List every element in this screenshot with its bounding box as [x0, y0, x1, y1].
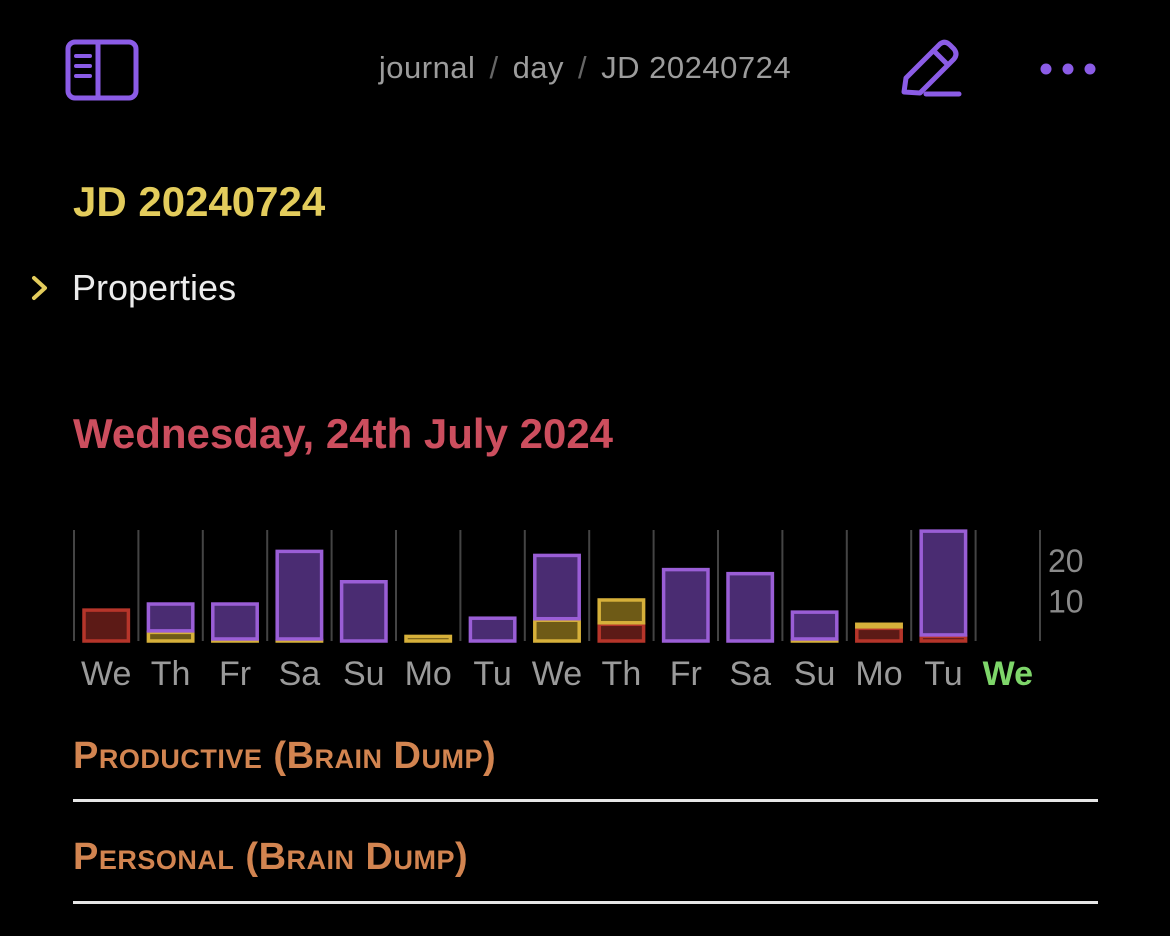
section-divider — [73, 799, 1098, 802]
chart-x-tick-label: We — [983, 655, 1033, 693]
chart-bar-segment — [533, 553, 581, 621]
chart-bar-segment — [82, 608, 131, 643]
chart-bar-segment — [919, 529, 968, 637]
breadcrumb-separator: / — [489, 50, 499, 85]
breadcrumb-journal[interactable]: journal — [379, 50, 476, 85]
chart-x-tick-label: Mo — [855, 655, 902, 693]
top-bar: journal / day / JD 20240724 — [0, 0, 1170, 140]
note-title: JD 20240724 — [73, 178, 326, 225]
chart-bar-segment — [726, 571, 775, 643]
section-productive-title: Productive (Brain Dump) — [73, 735, 497, 777]
section-personal-title: Personal (Brain Dump) — [73, 836, 469, 878]
breadcrumb-separator: / — [578, 50, 588, 85]
chart-bar-segment — [404, 634, 453, 643]
date-heading: Wednesday, 24th July 2024 — [73, 410, 614, 457]
breadcrumb-day[interactable]: day — [513, 50, 564, 85]
chart-x-tick-label: Fr — [219, 655, 251, 693]
chart-x-tick-label: Sa — [279, 655, 321, 693]
chart-bar-segment — [146, 602, 195, 633]
chart-bar-segment — [211, 602, 259, 641]
more-options-icon[interactable] — [1036, 50, 1100, 90]
properties-label: Properties — [72, 267, 237, 308]
activity-bar-chart: 20 10 We Th Fr Sa Su Mo Tu We Th Fr Sa Su Mo Tu We — [73, 529, 1084, 693]
chart-bar-segment — [661, 567, 710, 643]
chart-bar-segment — [533, 618, 581, 643]
chart-bar-segment — [919, 634, 968, 643]
chart-x-tick-label: Fr — [670, 655, 702, 693]
chart-x-tick-label: Mo — [405, 655, 452, 693]
chart-x-tick-label: Sa — [729, 655, 771, 693]
breadcrumb-current-note[interactable]: JD 20240724 — [601, 50, 791, 85]
section-personal[interactable]: Personal (Brain Dump) — [73, 836, 1098, 904]
chart-x-tick-label: Su — [794, 655, 836, 693]
chart-bar-segment — [855, 622, 903, 629]
chart-x-tick-label: Tu — [473, 655, 511, 693]
chart-y-tick-label: 20 — [1048, 543, 1084, 579]
chart-x-tick-label: Th — [602, 655, 642, 693]
chart-bar-segment — [468, 616, 517, 643]
edit-pencil-icon[interactable] — [896, 38, 964, 102]
chart-x-tick-label: Th — [151, 655, 191, 693]
chart-x-tick-label: Tu — [924, 655, 962, 693]
section-divider — [73, 901, 1098, 904]
properties-toggle[interactable]: Properties — [24, 262, 236, 314]
chart-x-tick-label: We — [81, 655, 131, 693]
section-productive[interactable]: Productive (Brain Dump) — [73, 735, 1098, 802]
chart-bar-segment — [597, 598, 646, 625]
chart-bar-segment — [855, 626, 903, 643]
chart-bar-segment — [275, 549, 324, 641]
chart-bar-segment — [339, 580, 388, 643]
breadcrumb: journal / day / JD 20240724 — [0, 50, 1170, 86]
chart-x-tick-label: We — [532, 655, 582, 693]
chart-bar-segment — [790, 610, 839, 641]
chart-y-tick-label: 10 — [1048, 584, 1084, 620]
chevron-right-icon — [32, 276, 47, 300]
chart-bar-segment — [146, 630, 195, 643]
chart-bar-segment — [597, 622, 646, 643]
chart-x-tick-label: Su — [343, 655, 385, 693]
